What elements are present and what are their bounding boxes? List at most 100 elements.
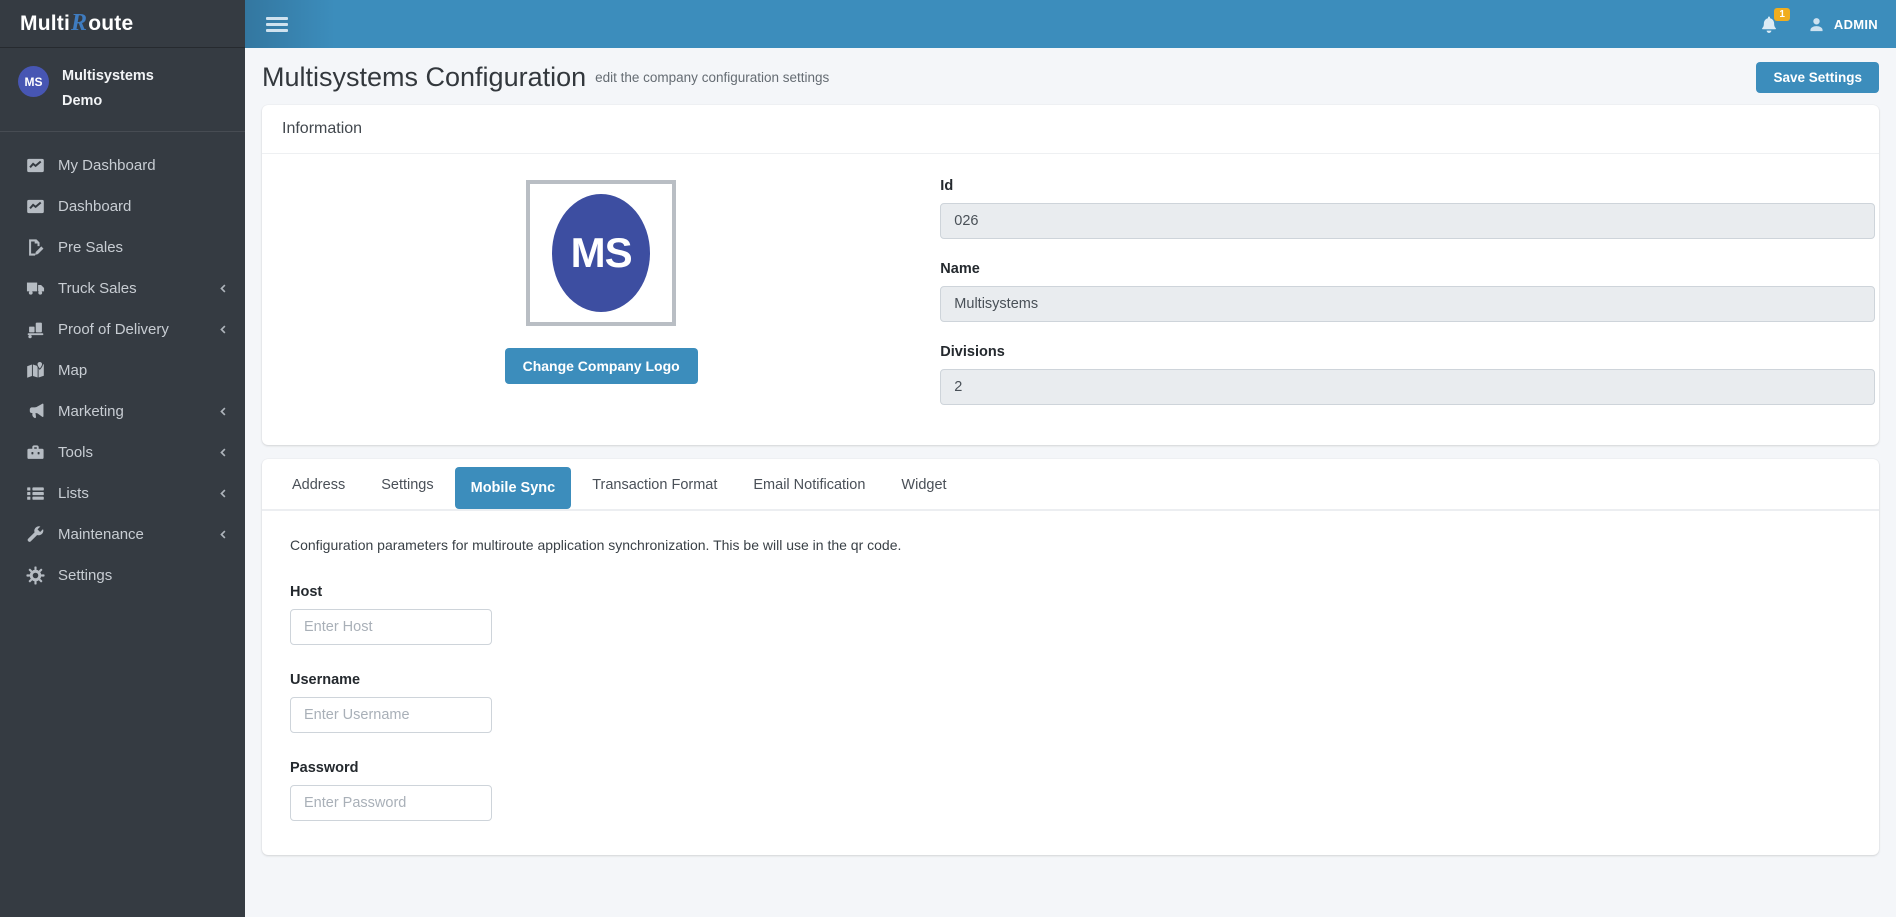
brand-logo[interactable]: MultiRoute: [0, 0, 245, 48]
sidebar-item-pre-sales[interactable]: Pre Sales: [0, 227, 245, 268]
sidebar-item-label: Dashboard: [58, 198, 131, 215]
tab-bar: Address Settings Mobile Sync Transaction…: [262, 459, 1879, 511]
sidebar-item-lists[interactable]: Lists: [0, 473, 245, 514]
mobile-sync-description: Configuration parameters for multiroute …: [290, 537, 1859, 553]
divisions-label: Divisions: [940, 344, 1875, 360]
sidebar-toggle-button[interactable]: [266, 17, 288, 32]
content-header: Multisystems Configuration edit the comp…: [262, 48, 1879, 105]
tab-settings[interactable]: Settings: [366, 467, 448, 503]
configuration-tabs-card: Address Settings Mobile Sync Transaction…: [262, 459, 1879, 855]
gear-icon: [26, 566, 45, 585]
mobile-sync-pane: Configuration parameters for multiroute …: [262, 511, 1879, 821]
user-name-line2: Demo: [62, 89, 154, 114]
username-label: Username: [290, 672, 492, 688]
admin-label: ADMIN: [1834, 17, 1878, 32]
host-label: Host: [290, 584, 492, 600]
sidebar-item-marketing[interactable]: Marketing: [0, 391, 245, 432]
page-subtitle: edit the company configuration settings: [595, 70, 829, 85]
name-label: Name: [940, 261, 1875, 277]
chart-line-icon: [26, 156, 45, 175]
divisions-field-group: Divisions: [940, 344, 1875, 405]
username-field-group: Username: [290, 672, 492, 733]
bullhorn-icon: [26, 402, 45, 421]
sidebar-item-label: Marketing: [58, 403, 124, 420]
information-card-body: MS Change Company Logo Id Name: [262, 154, 1879, 445]
change-company-logo-button[interactable]: Change Company Logo: [505, 348, 698, 384]
sidebar-item-truck-sales[interactable]: Truck Sales: [0, 268, 245, 309]
id-field: [940, 203, 1875, 239]
sidebar-nav: My Dashboard Dashboard Pre Sales Truck S…: [0, 132, 245, 596]
notification-badge: 1: [1774, 8, 1790, 21]
id-field-group: Id: [940, 178, 1875, 239]
truck-icon: [26, 279, 45, 298]
dolly-icon: [26, 320, 45, 339]
page-title: Multisystems Configuration: [262, 62, 586, 93]
app-window: MultiRoute MS Multisystems Demo My Dashb…: [0, 0, 1896, 917]
topbar-right: 1 ADMIN: [1759, 14, 1878, 34]
main-area: 1 ADMIN Multisystems Configuration edit …: [245, 0, 1896, 917]
company-logo-ellipse: MS: [552, 194, 650, 312]
chevron-left-icon: [218, 529, 229, 540]
chevron-left-icon: [218, 488, 229, 499]
sidebar-item-label: Maintenance: [58, 526, 144, 543]
admin-menu-button[interactable]: ADMIN: [1807, 15, 1878, 34]
chart-line-icon: [26, 197, 45, 216]
sidebar-item-label: Settings: [58, 567, 112, 584]
chevron-left-icon: [218, 447, 229, 458]
password-label: Password: [290, 760, 492, 776]
tab-mobile-sync[interactable]: Mobile Sync: [455, 467, 572, 509]
sidebar-item-settings[interactable]: Settings: [0, 555, 245, 596]
chevron-left-icon: [218, 283, 229, 294]
name-field: [940, 286, 1875, 322]
tab-transaction-format[interactable]: Transaction Format: [577, 467, 732, 503]
wrench-icon: [26, 525, 45, 544]
host-field-group: Host: [290, 584, 492, 645]
file-edit-icon: [26, 238, 45, 257]
toolbox-icon: [26, 443, 45, 462]
tab-address[interactable]: Address: [277, 467, 360, 503]
username-input[interactable]: [290, 697, 492, 733]
avatar: MS: [18, 66, 49, 97]
brand-text: MultiRoute: [20, 10, 133, 37]
information-card: Information MS Change Company Logo Id: [262, 105, 1879, 445]
sidebar-item-label: Lists: [58, 485, 89, 502]
sidebar-item-label: Map: [58, 362, 87, 379]
company-fields-column: Id Name Divisions: [940, 178, 1877, 405]
tab-widget[interactable]: Widget: [886, 467, 961, 503]
divisions-field: [940, 369, 1875, 405]
id-label: Id: [940, 178, 1875, 194]
sidebar-item-map[interactable]: Map: [0, 350, 245, 391]
chevron-left-icon: [218, 406, 229, 417]
sidebar-item-proof-of-delivery[interactable]: Proof of Delivery: [0, 309, 245, 350]
topbar: 1 ADMIN: [245, 0, 1896, 48]
company-logo-image: MS: [526, 180, 676, 326]
sidebar-item-label: My Dashboard: [58, 157, 156, 174]
brand-accent-r: R: [70, 10, 88, 36]
information-card-title: Information: [262, 105, 1879, 154]
host-input[interactable]: [290, 609, 492, 645]
company-logo-column: MS Change Company Logo: [262, 178, 940, 405]
sidebar-item-tools[interactable]: Tools: [0, 432, 245, 473]
sidebar-item-my-dashboard[interactable]: My Dashboard: [0, 145, 245, 186]
list-icon: [26, 484, 45, 503]
sidebar-item-maintenance[interactable]: Maintenance: [0, 514, 245, 555]
sidebar-user-panel: MS Multisystems Demo: [0, 48, 245, 132]
sidebar-item-dashboard[interactable]: Dashboard: [0, 186, 245, 227]
password-input[interactable]: [290, 785, 492, 821]
chevron-left-icon: [218, 324, 229, 335]
name-field-group: Name: [940, 261, 1875, 322]
sidebar-item-label: Pre Sales: [58, 239, 123, 256]
tab-email-notification[interactable]: Email Notification: [738, 467, 880, 503]
password-field-group: Password: [290, 760, 492, 821]
content: Multisystems Configuration edit the comp…: [245, 48, 1896, 917]
sidebar-item-label: Proof of Delivery: [58, 321, 169, 338]
user-name-line1: Multisystems: [62, 64, 154, 89]
sidebar: MultiRoute MS Multisystems Demo My Dashb…: [0, 0, 245, 917]
map-icon: [26, 361, 45, 380]
save-settings-button[interactable]: Save Settings: [1756, 62, 1879, 93]
sidebar-item-label: Tools: [58, 444, 93, 461]
sidebar-item-label: Truck Sales: [58, 280, 137, 297]
company-logo-initials: MS: [571, 229, 632, 277]
notifications-button[interactable]: 1: [1759, 14, 1779, 34]
user-icon: [1807, 15, 1826, 34]
